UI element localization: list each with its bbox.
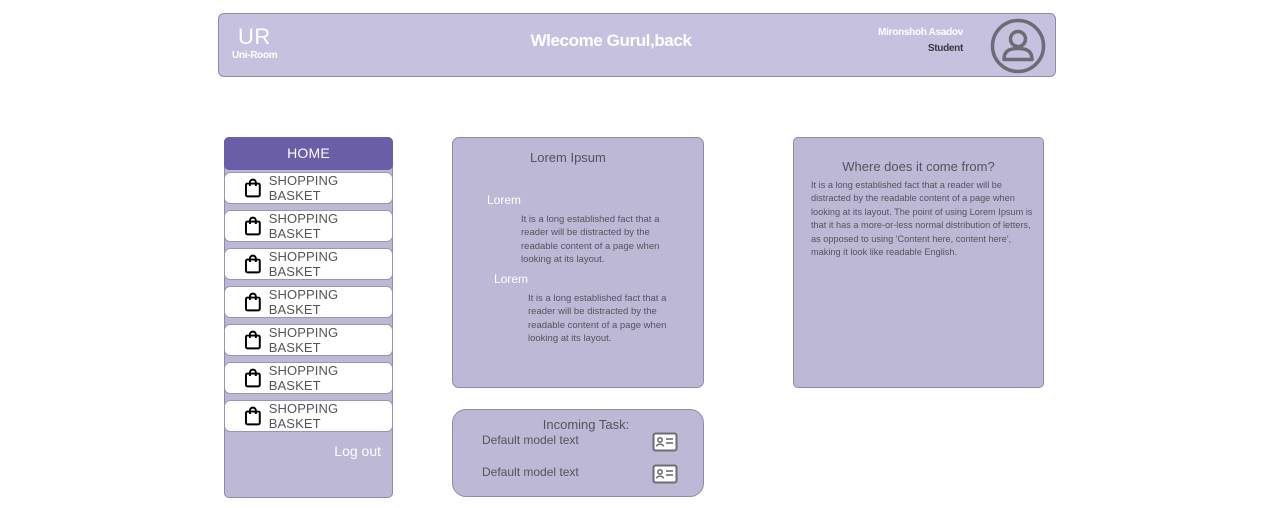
- user-info: Mironshoh Asadov Student: [878, 25, 963, 57]
- logout-link[interactable]: Log out: [334, 443, 381, 459]
- incoming-tasks-card: Incoming Task: Default model text Defaul…: [452, 409, 704, 497]
- section-text: It is a long established fact that a rea…: [528, 293, 667, 345]
- sidebar-item-label: SHOPPING BASKET: [268, 287, 339, 317]
- shopping-bag-icon: [244, 216, 261, 236]
- card-title: Lorem Ipsum: [530, 150, 606, 165]
- shopping-bag-icon: [244, 406, 261, 426]
- sidebar-item-label: SHOPPING BASKET: [268, 401, 339, 431]
- sidebar-item-shopping-basket[interactable]: SHOPPING BASKET: [224, 362, 393, 394]
- shopping-bag-icon: [244, 330, 261, 350]
- id-card-icon[interactable]: [652, 463, 678, 485]
- page: UR Uni-Room Wlecome Gurul,back Mironshoh…: [0, 0, 1280, 508]
- user-circle-icon[interactable]: [990, 18, 1046, 74]
- sidebar-item-label: SHOPPING BASKET: [268, 173, 339, 203]
- sidebar: HOME SHOPPING BASKET SHOPPING BASKET SHO…: [224, 137, 393, 498]
- card-text: It is a long established fact that a rea…: [811, 180, 1033, 258]
- section-heading: Lorem: [494, 272, 529, 286]
- logo-name: Uni-Room: [232, 50, 278, 61]
- shopping-bag-icon: [244, 368, 261, 388]
- id-card-icon[interactable]: [652, 431, 678, 453]
- sidebar-item-label: SHOPPING BASKET: [268, 363, 339, 393]
- task-text: Default model text: [482, 433, 579, 447]
- section-heading: Lorem: [487, 193, 522, 207]
- sidebar-item-shopping-basket[interactable]: SHOPPING BASKET: [224, 324, 393, 356]
- sidebar-item-shopping-basket[interactable]: SHOPPING BASKET: [224, 286, 393, 318]
- section-text: It is a long established fact that a rea…: [521, 214, 660, 266]
- origin-card: Where does it come from? It is a long es…: [793, 137, 1044, 388]
- user-name: Mironshoh Asadov: [878, 27, 963, 38]
- card-title: Incoming Task:: [542, 417, 630, 432]
- sidebar-item-home[interactable]: HOME: [224, 137, 393, 170]
- sidebar-item-shopping-basket[interactable]: SHOPPING BASKET: [224, 172, 393, 204]
- shopping-bag-icon: [244, 254, 261, 274]
- sidebar-item-label: SHOPPING BASKET: [268, 211, 339, 241]
- header-bar: UR Uni-Room Wlecome Gurul,back Mironshoh…: [218, 13, 1056, 77]
- user-role: Student: [927, 43, 963, 54]
- sidebar-item-shopping-basket[interactable]: SHOPPING BASKET: [224, 210, 393, 242]
- sidebar-item-label: SHOPPING BASKET: [268, 325, 339, 355]
- sidebar-item-label: SHOPPING BASKET: [268, 249, 339, 279]
- sidebar-item-shopping-basket[interactable]: SHOPPING BASKET: [224, 400, 393, 432]
- task-item[interactable]: Default model text: [482, 463, 678, 487]
- lorem-card: Lorem Ipsum Lorem It is a long establish…: [452, 137, 704, 388]
- task-text: Default model text: [482, 465, 579, 479]
- shopping-bag-icon: [244, 178, 261, 198]
- card-title: Where does it come from?: [842, 159, 995, 174]
- task-item[interactable]: Default model text: [482, 431, 678, 455]
- sidebar-item-shopping-basket[interactable]: SHOPPING BASKET: [224, 248, 393, 280]
- shopping-bag-icon: [244, 292, 261, 312]
